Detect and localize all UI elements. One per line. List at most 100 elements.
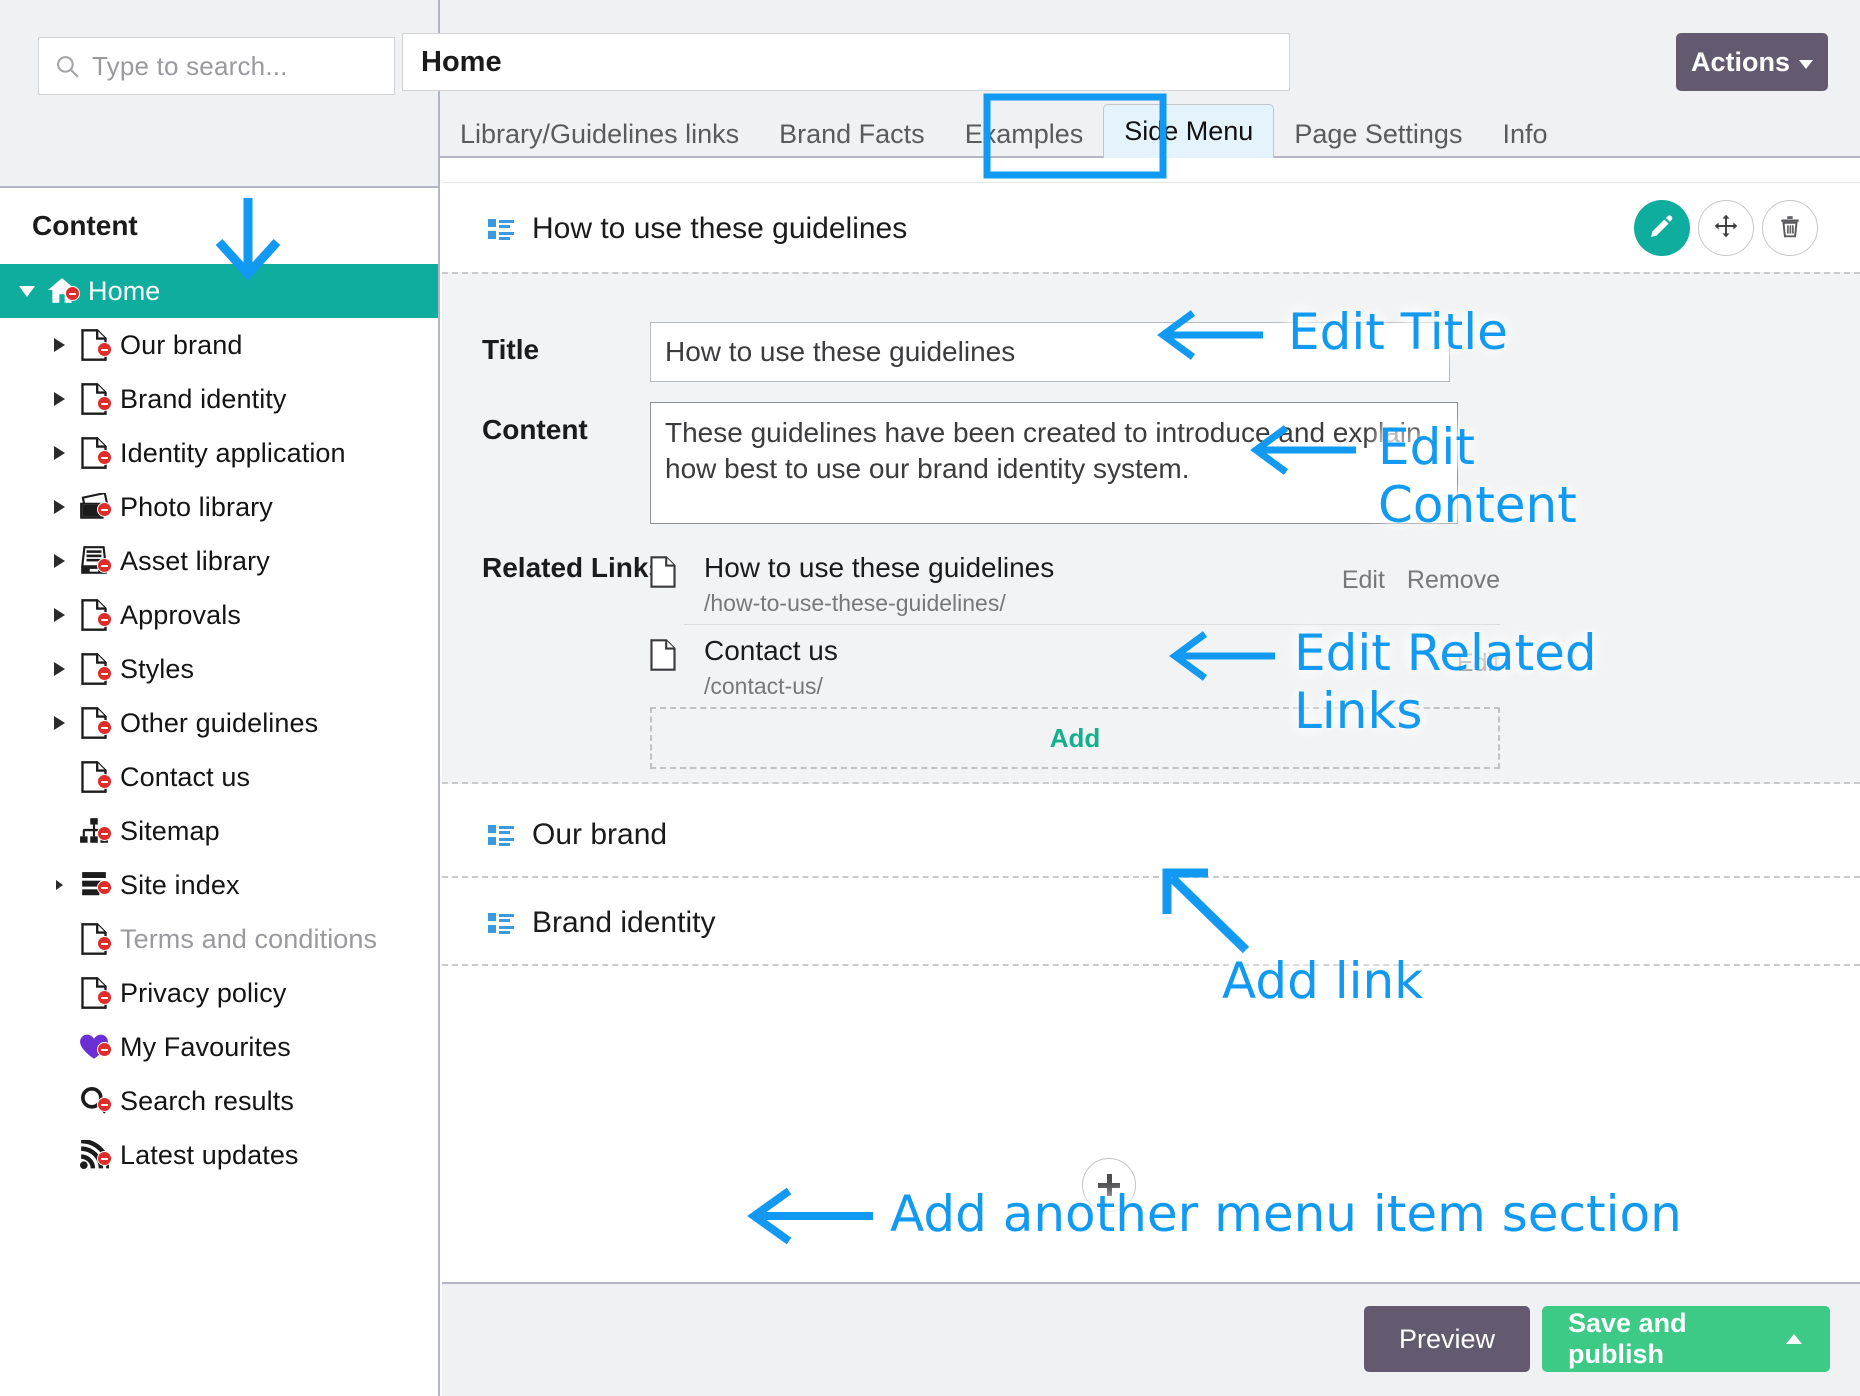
content-label: Content (482, 414, 588, 445)
tree-item-label: Contact us (120, 761, 251, 792)
related-links-list: How to use these guidelines/how-to-use-t… (650, 548, 1500, 769)
related-link-title: How to use these guidelines (704, 552, 1055, 583)
tree-item-styles[interactable]: Styles (0, 642, 438, 696)
footer-bar: Preview Save and publish (442, 1282, 1860, 1396)
tree-item-label: Asset library (120, 545, 270, 576)
tree-item-photo-library[interactable]: Photo library (0, 480, 438, 534)
no-access-badge (97, 936, 112, 951)
section-form-panel: Title How to use these guidelines Conten… (442, 272, 1860, 784)
menu-item-icon (488, 912, 514, 934)
related-link-url: /how-to-use-these-guidelines/ (704, 590, 1006, 617)
preview-button[interactable]: Preview (1364, 1306, 1530, 1372)
no-access-badge (97, 502, 112, 517)
related-link-remove-button[interactable]: Remove (1407, 566, 1500, 595)
chevron-right-icon[interactable] (46, 554, 72, 568)
section-title-0: How to use these guidelines (532, 212, 908, 245)
chevron-down-icon[interactable] (14, 285, 40, 297)
tree-item-label: Styles (120, 653, 195, 684)
no-access-badge (97, 880, 112, 895)
edit-section-button[interactable] (1634, 200, 1690, 256)
tree-item-label: Terms and conditions (120, 923, 378, 954)
no-access-badge (97, 666, 112, 681)
chevron-right-icon[interactable] (46, 716, 72, 730)
tree-item-my-favourites[interactable]: My Favourites (0, 1020, 438, 1074)
tab-info[interactable]: Info (1482, 110, 1567, 158)
tree-item-other-guidelines[interactable]: Other guidelines (0, 696, 438, 750)
tree-item-our-brand[interactable]: Our brand (0, 318, 438, 372)
move-section-button[interactable] (1698, 200, 1754, 256)
chevron-right-icon[interactable] (46, 338, 72, 352)
search-input[interactable]: Type to search... (38, 37, 395, 95)
title-input-value: How to use these guidelines (665, 336, 1016, 367)
tree-item-search-results[interactable]: Search results (0, 1074, 438, 1128)
tab-side-menu[interactable]: Side Menu (1103, 104, 1275, 158)
tree-item-label: My Favourites (120, 1031, 291, 1062)
tree-item-sitemap[interactable]: Sitemap (0, 804, 438, 858)
tree-item-label: Approvals (120, 599, 241, 630)
add-related-link-button[interactable]: Add (650, 707, 1500, 769)
tree-item-site-index[interactable]: Site index (0, 858, 438, 912)
sitemap-icon (72, 817, 116, 845)
no-access-badge (97, 1097, 112, 1112)
related-link-actions: Edit (1457, 649, 1500, 678)
tree-item-label: Site index (120, 869, 240, 900)
related-link-row: How to use these guidelines/how-to-use-t… (650, 548, 1500, 624)
section-header-1[interactable]: Our brand (488, 818, 667, 852)
page-name-input[interactable]: Home (402, 33, 1290, 91)
divider-section-2 (442, 964, 1860, 966)
sidebar-search-zone: Type to search... (0, 0, 438, 188)
top-bar: Home Actions Library/Guidelines links Bra… (402, 0, 1860, 158)
chevron-right-icon[interactable] (46, 880, 72, 890)
actions-button-label: Actions (1690, 46, 1790, 77)
related-link-edit-button[interactable]: Edit (1457, 649, 1500, 678)
content-tree: Home Our brand Brand identity Identity appl… (0, 264, 438, 1182)
related-link-actions: Edit Remove (1342, 566, 1500, 595)
tab-page-settings[interactable]: Page Settings (1274, 110, 1482, 158)
tree-item-home[interactable]: Home (0, 264, 438, 318)
related-link-row: Contact us/contact-us/Edit (650, 631, 1500, 707)
file-icon (72, 329, 116, 361)
tree-item-terms-and-conditions[interactable]: Terms and conditions (0, 912, 438, 966)
delete-section-button[interactable] (1762, 200, 1818, 256)
chevron-right-icon[interactable] (46, 500, 72, 514)
tab-library-guidelines-links[interactable]: Library/Guidelines links (440, 110, 759, 158)
chevron-right-icon[interactable] (46, 392, 72, 406)
tree-item-approvals[interactable]: Approvals (0, 588, 438, 642)
content-textarea[interactable]: These guidelines have been created to in… (650, 402, 1458, 524)
tree-item-brand-identity[interactable]: Brand identity (0, 372, 438, 426)
tab-examples[interactable]: Examples (945, 110, 1104, 158)
section-title-2: Brand identity (532, 906, 716, 939)
file-icon (650, 635, 684, 676)
file-icon (72, 599, 116, 631)
chevron-right-icon[interactable] (46, 446, 72, 460)
tab-brand-facts[interactable]: Brand Facts (759, 110, 945, 158)
rss-icon (72, 1140, 116, 1170)
tree-item-asset-library[interactable]: Asset library (0, 534, 438, 588)
file-icon (72, 653, 116, 685)
tree-item-privacy-policy[interactable]: Privacy policy (0, 966, 438, 1020)
title-input[interactable]: How to use these guidelines (650, 322, 1450, 382)
section-title-1: Our brand (532, 818, 668, 851)
chevron-right-icon[interactable] (46, 608, 72, 622)
tree-item-latest-updates[interactable]: Latest updates (0, 1128, 438, 1182)
related-link-title: Contact us (704, 635, 838, 666)
tree-item-label: Other guidelines (120, 707, 319, 738)
section-header-0[interactable]: How to use these guidelines (488, 212, 907, 246)
file-icon (650, 552, 684, 593)
tree-item-identity-application[interactable]: Identity application (0, 426, 438, 480)
related-link-divider (684, 624, 1500, 625)
related-links-label: Related Links (482, 552, 665, 583)
section-header-2[interactable]: Brand identity (488, 906, 715, 940)
tree-item-contact-us[interactable]: Contact us (0, 750, 438, 804)
app-root: Type to search... Content Home Our brand B… (0, 0, 1860, 1396)
file-icon (72, 437, 116, 469)
chevron-right-icon[interactable] (46, 662, 72, 676)
left-sidebar: Type to search... Content Home Our brand B… (0, 0, 440, 1396)
related-link-edit-button[interactable]: Edit (1342, 566, 1385, 595)
no-access-badge (97, 1151, 112, 1166)
save-and-publish-button[interactable]: Save and publish (1542, 1306, 1830, 1372)
actions-button[interactable]: Actions (1676, 33, 1828, 91)
chevron-up-icon[interactable] (1786, 1334, 1802, 1344)
file-icon (72, 383, 116, 415)
add-section-button[interactable] (1082, 1158, 1136, 1212)
